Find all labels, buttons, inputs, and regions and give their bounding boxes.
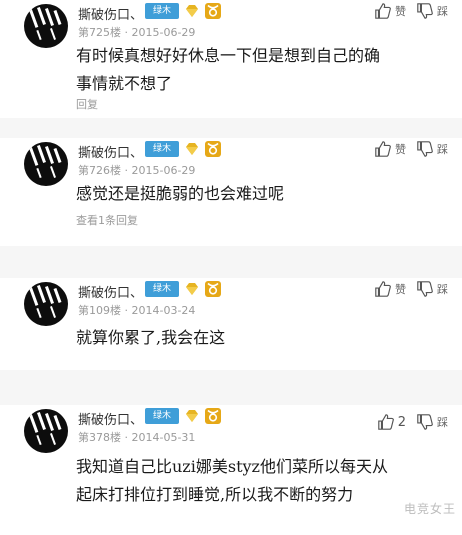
taurus-badge-icon xyxy=(205,3,221,19)
username[interactable]: 撕破伤口、 xyxy=(78,142,143,161)
taurus-badge-icon xyxy=(205,141,221,157)
username[interactable]: 撕破伤口、 xyxy=(78,409,143,428)
taurus-badge-icon xyxy=(205,281,221,297)
thumbs-down-icon xyxy=(417,414,433,430)
comment-text: 就算你累了,我会在这 xyxy=(76,328,226,347)
like-button[interactable]: 赞 xyxy=(374,2,406,20)
avatar[interactable] xyxy=(24,4,68,48)
avatar[interactable] xyxy=(24,282,68,326)
dislike-button[interactable]: 踩 xyxy=(416,2,448,20)
floor-number: 第725楼 xyxy=(78,26,121,39)
post-date: 2015-06-29 xyxy=(131,164,196,177)
dislike-button[interactable]: 踩 xyxy=(416,280,448,298)
level-badge: 绿木 xyxy=(145,3,179,19)
post-meta: 第378楼 · 2014-05-31 xyxy=(78,431,196,444)
floor-number: 第378楼 xyxy=(78,431,121,444)
view-replies-link[interactable]: 查看1条回复 xyxy=(76,212,138,228)
diamond-icon xyxy=(186,410,198,422)
reply-link[interactable]: 回复 xyxy=(76,96,98,112)
comment-card: 撕破伤口、 绿木 第109楼 · 2014-03-24 赞 踩 就算你累了,我会… xyxy=(0,278,462,370)
like-label: 赞 xyxy=(395,283,406,296)
thumbs-down-icon xyxy=(417,3,433,19)
thumbs-down-icon xyxy=(417,141,433,157)
post-date: 2015-06-29 xyxy=(131,26,196,39)
comment-card: 撕破伤口、 绿木 第725楼 · 2015-06-29 赞 踩 有时候真想好好休… xyxy=(0,0,462,118)
level-badge: 绿木 xyxy=(145,408,179,424)
vote-actions: 2 踩 xyxy=(377,413,448,431)
taurus-badge-icon xyxy=(205,408,221,424)
post-date: 2014-05-31 xyxy=(131,431,196,444)
dislike-button[interactable]: 踩 xyxy=(416,413,448,431)
post-meta: 第726楼 · 2015-06-29 xyxy=(78,164,196,177)
like-label: 赞 xyxy=(395,5,406,18)
avatar[interactable] xyxy=(24,409,68,453)
thumbs-up-icon xyxy=(375,281,391,297)
dislike-label: 踩 xyxy=(437,143,448,156)
thumbs-up-icon xyxy=(375,3,391,19)
dislike-label: 踩 xyxy=(437,416,448,429)
comment-text: 我知道自己比uzi娜美styz他们菜所以每天从 起床打排位打到睡觉,所以我不断的… xyxy=(76,457,388,504)
diamond-icon xyxy=(186,5,198,17)
vote-actions: 赞 踩 xyxy=(374,2,448,20)
thumbs-down-icon xyxy=(417,281,433,297)
post-meta: 第109楼 · 2014-03-24 xyxy=(78,304,196,317)
diamond-icon xyxy=(186,143,198,155)
like-button[interactable]: 赞 xyxy=(374,140,406,158)
dislike-button[interactable]: 踩 xyxy=(416,140,448,158)
post-date: 2014-03-24 xyxy=(131,304,196,317)
like-button[interactable]: 赞 xyxy=(374,280,406,298)
diamond-icon xyxy=(186,283,198,295)
comment-card: 撕破伤口、 绿木 第726楼 · 2015-06-29 赞 踩 感觉还是挺脆弱的… xyxy=(0,138,462,246)
level-badge: 绿木 xyxy=(145,281,179,297)
like-label: 赞 xyxy=(395,143,406,156)
watermark: 电竞女王 xyxy=(403,502,456,516)
like-count: 2 xyxy=(397,414,406,430)
floor-number: 第726楼 xyxy=(78,164,121,177)
vote-actions: 赞 踩 xyxy=(374,140,448,158)
floor-number: 第109楼 xyxy=(78,304,121,317)
dislike-label: 踩 xyxy=(437,5,448,18)
avatar[interactable] xyxy=(24,142,68,186)
comment-card: 撕破伤口、 绿木 第378楼 · 2014-05-31 2 踩 我知道自己比uz… xyxy=(0,405,462,535)
vote-actions: 赞 踩 xyxy=(374,280,448,298)
username[interactable]: 撕破伤口、 xyxy=(78,4,143,23)
level-badge: 绿木 xyxy=(145,141,179,157)
dislike-label: 踩 xyxy=(437,283,448,296)
thumbs-up-icon xyxy=(377,414,394,430)
like-button[interactable]: 2 xyxy=(377,413,406,431)
comment-text: 有时候真想好好休息一下但是想到自己的确 事情就不想了 xyxy=(76,46,381,93)
username[interactable]: 撕破伤口、 xyxy=(78,282,143,301)
thumbs-up-icon xyxy=(375,141,391,157)
post-meta: 第725楼 · 2015-06-29 xyxy=(78,26,196,39)
comment-text: 感觉还是挺脆弱的也会难过呢 xyxy=(76,184,285,203)
